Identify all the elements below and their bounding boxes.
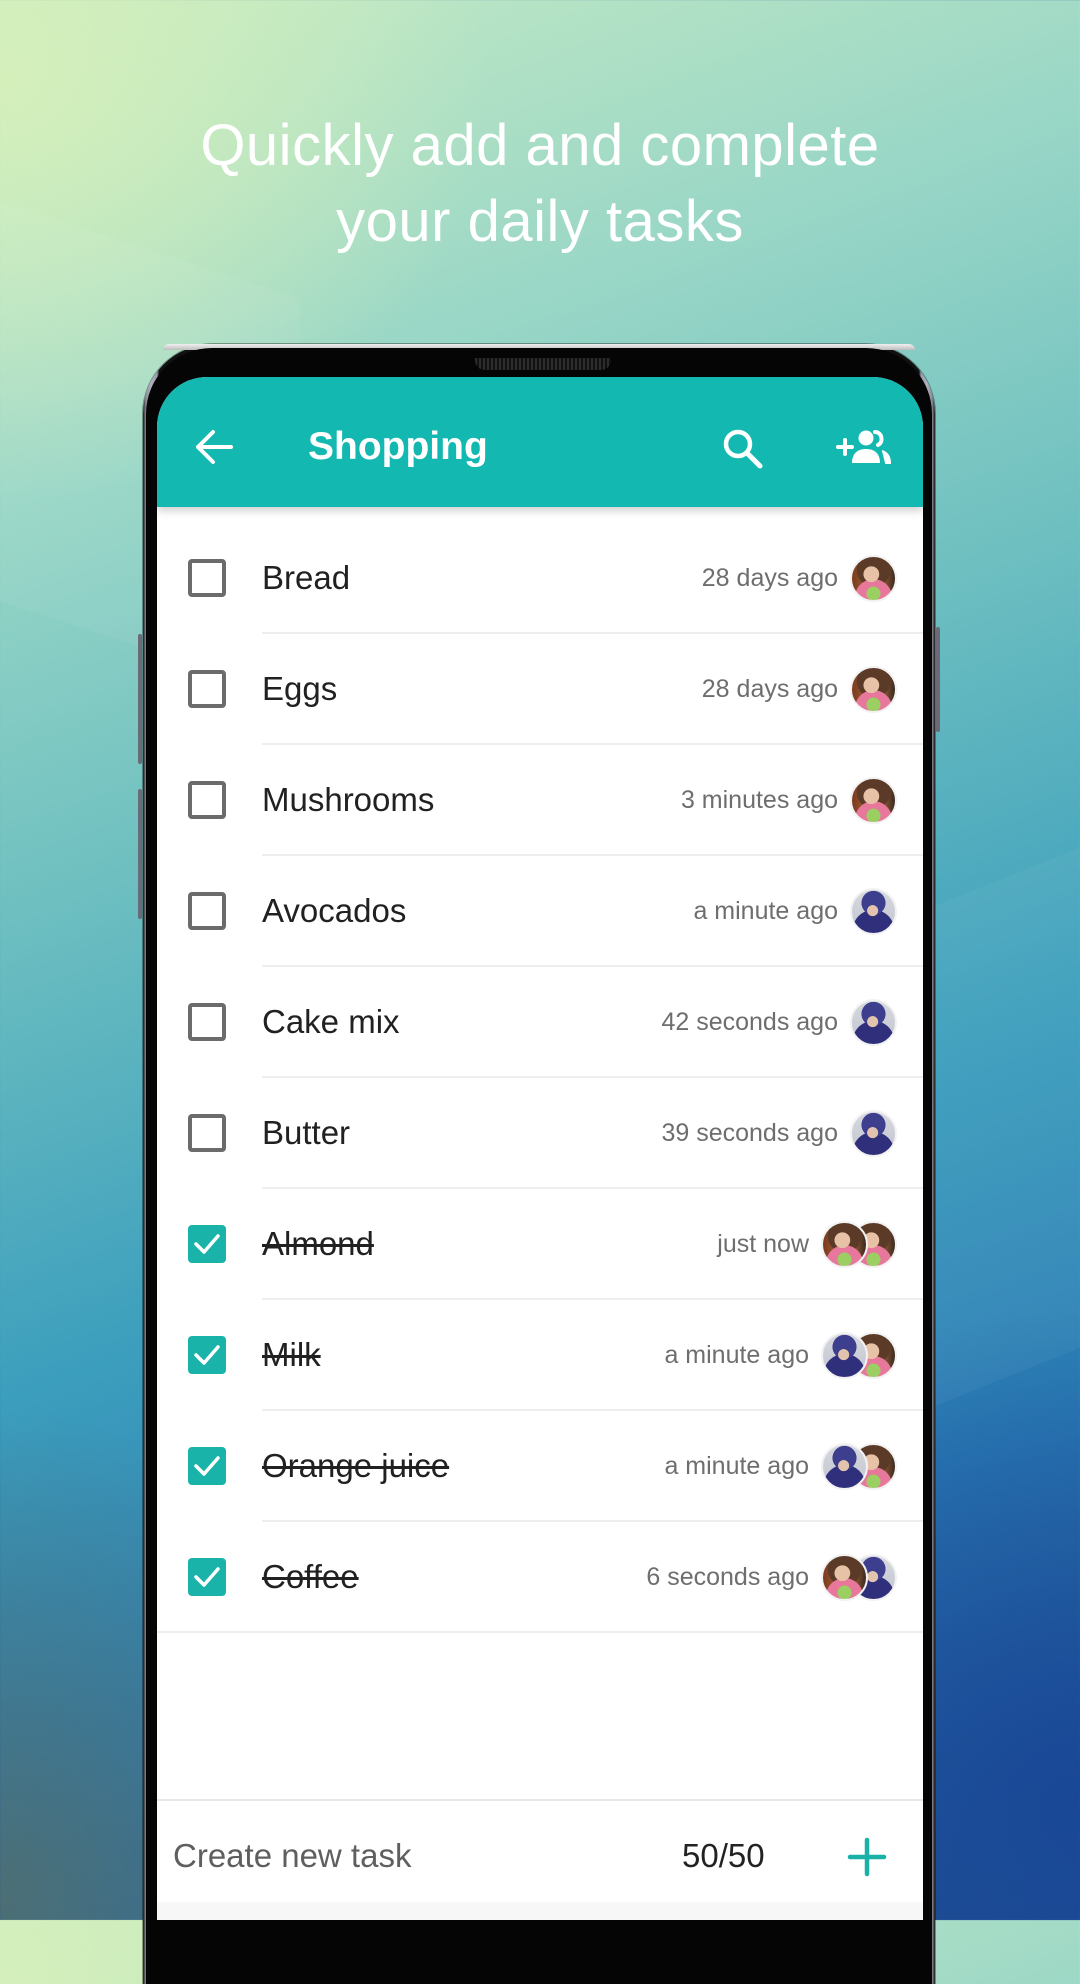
avatar-group xyxy=(850,554,897,602)
checkbox-unchecked[interactable] xyxy=(188,559,226,597)
avatar-group xyxy=(821,1442,897,1490)
power-button xyxy=(936,627,940,732)
task-meta: a minute ago xyxy=(664,1441,897,1491)
task-timestamp: 39 seconds ago xyxy=(661,1118,838,1147)
avatar-group xyxy=(850,998,897,1046)
task-list: Bread 28 days ago Eggs 28 days ago Mushrooms… xyxy=(157,523,923,1633)
checkbox-checked[interactable] xyxy=(188,1336,226,1374)
task-label: Mushrooms xyxy=(262,781,435,818)
checkbox-unchecked[interactable] xyxy=(188,781,226,819)
search-icon xyxy=(723,429,763,469)
task-row[interactable]: Eggs 28 days ago xyxy=(157,634,923,745)
task-meta: 39 seconds ago xyxy=(661,1108,897,1158)
task-row[interactable]: Butter 39 seconds ago xyxy=(157,1078,923,1189)
row-divider xyxy=(157,1631,923,1633)
avatar-girl xyxy=(850,554,897,602)
app-bar: Shopping xyxy=(157,377,923,507)
add-members-button[interactable] xyxy=(833,423,895,471)
avatar-girl xyxy=(850,776,897,824)
new-task-bar: 50/50 xyxy=(157,1799,923,1920)
task-meta: a minute ago xyxy=(693,886,897,936)
avatar-group xyxy=(850,887,897,935)
task-row[interactable]: Coffee 6 seconds ago xyxy=(157,1522,923,1633)
task-row[interactable]: Orange juice a minute ago xyxy=(157,1411,923,1522)
task-timestamp: a minute ago xyxy=(664,1451,809,1480)
task-label: Almond xyxy=(262,1225,374,1262)
task-label: Bread xyxy=(262,559,351,596)
avatar-group xyxy=(821,1331,897,1379)
promo-headline: Quickly add and complete your daily task… xyxy=(0,108,1080,260)
checkbox-unchecked[interactable] xyxy=(188,1003,226,1041)
task-timestamp: 28 days ago xyxy=(701,563,838,592)
task-timestamp: 28 days ago xyxy=(701,674,838,703)
task-timestamp: a minute ago xyxy=(693,896,838,925)
task-meta: a minute ago xyxy=(664,1330,897,1380)
task-label: Eggs xyxy=(262,670,338,707)
arrow-left-icon xyxy=(196,430,233,464)
group-add-icon xyxy=(836,430,892,464)
checkbox-unchecked[interactable] xyxy=(188,670,226,708)
task-label: Orange juice xyxy=(262,1447,450,1484)
checkmark-icon xyxy=(194,1567,220,1587)
avatar-boy xyxy=(821,1442,868,1490)
avatar-boy xyxy=(850,887,897,935)
checkmark-icon xyxy=(194,1234,220,1254)
avatar-girl xyxy=(821,1553,868,1601)
plus-icon xyxy=(847,1837,887,1877)
avatar-boy xyxy=(850,1109,897,1157)
checkmark-icon xyxy=(194,1345,220,1365)
checkbox-unchecked[interactable] xyxy=(188,892,226,930)
checkbox-checked[interactable] xyxy=(188,1558,226,1596)
speaker-grille xyxy=(475,358,611,370)
avatar-group xyxy=(850,1109,897,1157)
checkmark-icon xyxy=(194,1456,220,1476)
avatar-boy xyxy=(821,1331,868,1379)
task-meta: 6 seconds ago xyxy=(646,1552,897,1602)
checkbox-unchecked[interactable] xyxy=(188,1114,226,1152)
task-timestamp: 6 seconds ago xyxy=(646,1562,809,1591)
task-timestamp: 42 seconds ago xyxy=(661,1007,838,1036)
search-button[interactable] xyxy=(717,423,769,475)
task-meta: just now xyxy=(717,1219,897,1269)
avatar-group xyxy=(821,1220,897,1268)
task-label: Milk xyxy=(262,1336,321,1373)
task-timestamp: 3 minutes ago xyxy=(680,785,838,814)
page-title: Shopping xyxy=(308,425,488,468)
task-meta: 3 minutes ago xyxy=(681,775,897,825)
avatar-boy xyxy=(850,998,897,1046)
task-row[interactable]: Almond just now xyxy=(157,1189,923,1300)
task-row[interactable]: Mushrooms 3 minutes ago xyxy=(157,745,923,856)
task-timestamp: a minute ago xyxy=(664,1340,809,1369)
headline-line-2: your daily tasks xyxy=(336,189,744,254)
task-label: Avocados xyxy=(262,892,407,929)
headline-line-1: Quickly add and complete xyxy=(200,113,880,178)
avatar-group xyxy=(850,665,897,713)
add-task-button[interactable] xyxy=(845,1835,889,1879)
task-meta: 42 seconds ago xyxy=(661,997,897,1047)
avatar-girl xyxy=(821,1220,868,1268)
volume-down-button xyxy=(138,789,142,919)
task-row[interactable]: Bread 28 days ago xyxy=(157,523,923,634)
task-meta: 28 days ago xyxy=(702,553,897,603)
bottom-strip xyxy=(157,1902,923,1920)
avatar-group xyxy=(821,1553,897,1601)
checkbox-checked[interactable] xyxy=(188,1225,226,1263)
back-button[interactable] xyxy=(187,425,239,469)
task-row[interactable]: Cake mix 42 seconds ago xyxy=(157,967,923,1078)
task-timestamp: just now xyxy=(717,1229,809,1258)
app-screen: Shopping Bread 28 days ago Eggs 28 days ago… xyxy=(157,377,923,1920)
task-label: Cake mix xyxy=(262,1003,400,1040)
task-label: Coffee xyxy=(262,1558,359,1595)
task-meta: 28 days ago xyxy=(702,664,897,714)
volume-up-button xyxy=(138,634,142,764)
checkbox-checked[interactable] xyxy=(188,1447,226,1485)
avatar-group xyxy=(850,776,897,824)
avatar-girl xyxy=(850,665,897,713)
new-task-input[interactable] xyxy=(173,1831,573,1881)
task-row[interactable]: Avocados a minute ago xyxy=(157,856,923,967)
task-counter: 50/50 xyxy=(682,1837,765,1874)
task-row[interactable]: Milk a minute ago xyxy=(157,1300,923,1411)
task-label: Butter xyxy=(262,1114,351,1151)
